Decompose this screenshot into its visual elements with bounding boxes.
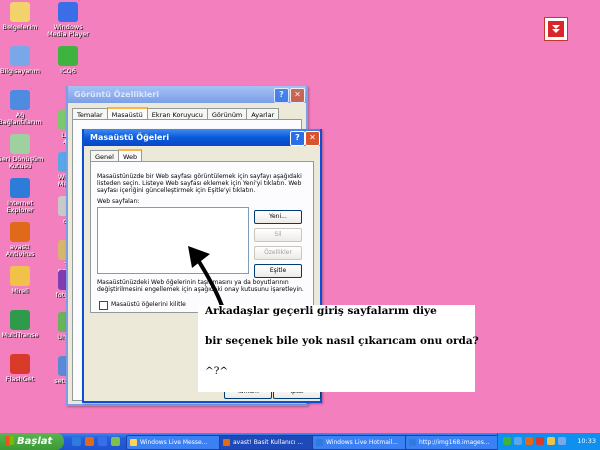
- lock-items-checkbox[interactable]: [99, 301, 108, 310]
- task-label: avast! Basit Kullanıcı ...: [233, 439, 304, 446]
- app-icon: [10, 354, 30, 374]
- task-button-active[interactable]: avast! Basit Kullanıcı ...: [219, 435, 320, 450]
- annotation-arrow: [188, 246, 224, 308]
- new-button[interactable]: Yeni...: [254, 210, 302, 224]
- description-line-3: sayfası içeriğini güncelleştirmek için E…: [97, 187, 256, 194]
- window-title: Masaüstü Öğeleri: [90, 133, 170, 142]
- desktop-icon[interactable]: Ağ Bağlantılarım: [0, 90, 44, 126]
- app-icon: [10, 134, 30, 154]
- desktop-icon-label-2: Kutusu: [8, 162, 32, 170]
- app-icon: [10, 266, 30, 286]
- desktop-icon-label: Bilgisayarım: [0, 67, 40, 75]
- help-button[interactable]: ?: [290, 131, 305, 146]
- messenger-icon: [130, 439, 137, 446]
- desktop-icon[interactable]: avast! Antivirus: [0, 222, 44, 258]
- start-button[interactable]: Başlat: [0, 433, 64, 450]
- help-button[interactable]: ?: [274, 88, 289, 103]
- desktop-icon-label: FlashGet: [5, 375, 35, 383]
- app-icon: [58, 46, 78, 66]
- ie-icon: [409, 439, 416, 446]
- task-label: http://img168.images...: [419, 439, 490, 446]
- desktop-icon[interactable]: FlashGet: [0, 354, 44, 383]
- task-button[interactable]: Windows Live Hotmail...: [312, 435, 415, 450]
- desktop-icon[interactable]: Belgelerim: [0, 2, 44, 31]
- app-icon: [10, 310, 30, 330]
- desktop-icon-label-2: Media Player: [47, 30, 89, 38]
- desktop-icon[interactable]: MultiTranse: [0, 310, 44, 339]
- task-button[interactable]: http://img168.images...: [405, 435, 507, 450]
- ie-quicklaunch-icon[interactable]: [72, 437, 81, 446]
- app-icon: [10, 178, 30, 198]
- sync-button[interactable]: Eşitle: [254, 264, 302, 278]
- note-line-2: bir seçenek bile yok nasıl çıkarıcam onu…: [205, 335, 479, 347]
- desktop-icon-label: Belgelerim: [2, 23, 38, 31]
- app-icon: [10, 90, 30, 110]
- tray-icon[interactable]: [525, 437, 533, 445]
- app-icon: [10, 46, 30, 66]
- web-pages-label: Web sayfaları:: [97, 198, 140, 205]
- desktop-icon[interactable]: Windows Media Player: [44, 2, 92, 38]
- note-line-1: Arkadaşlar geçerli giriş sayfalarım diye: [205, 305, 437, 317]
- tray-icon[interactable]: [503, 437, 511, 445]
- desktop-icon-label-2: Bağlantılarım: [0, 118, 42, 126]
- task-label: Windows Live Messe...: [140, 439, 208, 446]
- avast-icon: [223, 439, 230, 446]
- desktop-icon[interactable]: Mirell: [0, 266, 44, 295]
- taskbar: Başlat Windows Live Messe... avast! Basi…: [0, 433, 600, 450]
- download-arrow-icon[interactable]: [544, 17, 568, 41]
- start-label: Başlat: [17, 436, 53, 447]
- close-button[interactable]: ✕: [290, 88, 305, 103]
- app-icon: [10, 2, 30, 22]
- desktop-icon[interactable]: ICQ6: [44, 46, 92, 75]
- desktop-icon-label-2: Explorer: [6, 206, 34, 214]
- display-properties-titlebar: Görüntü Özellikleri ? ✕: [68, 86, 306, 103]
- properties-button[interactable]: Özellikler: [254, 246, 302, 260]
- system-tray: 10:33: [497, 433, 600, 450]
- note-line-3: ^?^: [205, 365, 229, 377]
- windows-logo-icon: [5, 436, 14, 445]
- desktop-icon-label: ICQ6: [60, 67, 76, 75]
- lock-items-label: Masaüstü öğelerini kilitle: [111, 301, 186, 308]
- media-quicklaunch-icon[interactable]: [98, 437, 107, 446]
- delete-button[interactable]: Sil: [254, 228, 302, 242]
- desktop-icon-label: Mirell: [11, 287, 29, 295]
- desktop-items-titlebar: Masaüstü Öğeleri ? ✕: [84, 129, 320, 146]
- desktop-icon[interactable]: Internet Explorer: [0, 178, 44, 214]
- ie-icon: [316, 439, 323, 446]
- quicklaunch-icon[interactable]: [85, 437, 94, 446]
- tray-icon[interactable]: [536, 437, 544, 445]
- tray-icon[interactable]: [547, 437, 555, 445]
- app-icon: [10, 222, 30, 242]
- annotation-note: Arkadaşlar geçerli giriş sayfalarım diye…: [198, 305, 479, 392]
- close-button[interactable]: ✕: [305, 131, 320, 146]
- app-icon: [58, 2, 78, 22]
- clock: 10:33: [577, 437, 596, 445]
- desktop-icon-label-2: Antivirus: [5, 250, 35, 258]
- window-title: Görüntü Özellikleri: [74, 90, 159, 99]
- tray-icon[interactable]: [558, 437, 566, 445]
- tray-icon[interactable]: [514, 437, 522, 445]
- desktop-icon[interactable]: Bilgisayarım: [0, 46, 44, 75]
- task-label: Windows Live Hotmail...: [326, 439, 398, 446]
- desktop-icon-label: MultiTranse: [1, 331, 39, 339]
- desktop-icon[interactable]: Geri Dönüşüm Kutusu: [0, 134, 44, 170]
- quicklaunch-icon[interactable]: [111, 437, 120, 446]
- task-button[interactable]: Windows Live Messe...: [126, 435, 229, 450]
